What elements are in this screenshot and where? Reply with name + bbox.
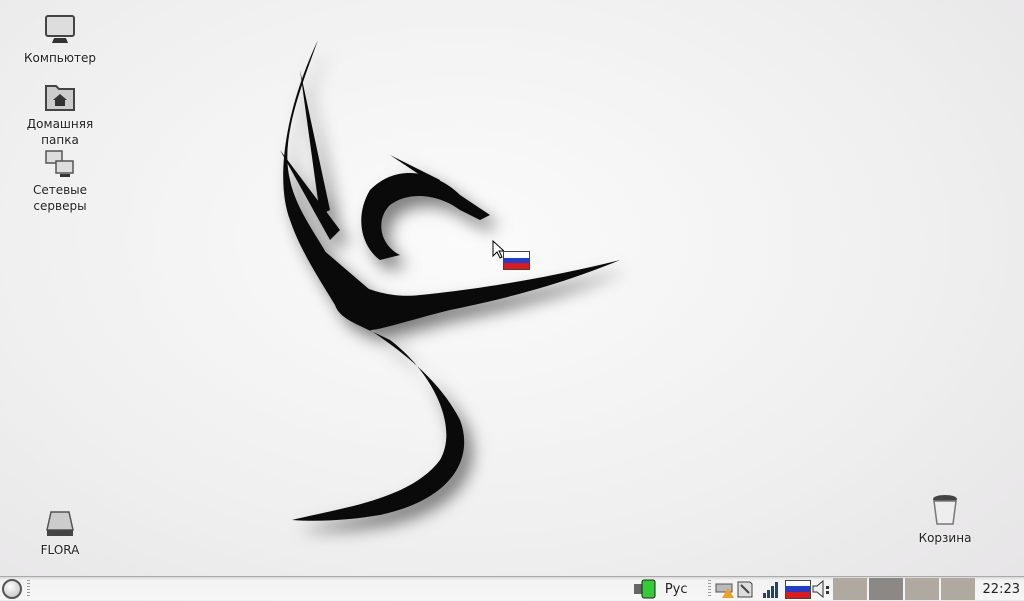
desktop-icon-flora-drive[interactable]: FLORA: [10, 510, 110, 558]
network-signal-icon[interactable]: [761, 579, 783, 599]
workspace-1[interactable]: [832, 578, 867, 600]
desktop-icon-network[interactable]: Сетевые серверы: [10, 150, 110, 214]
workspace-2[interactable]: [868, 578, 903, 600]
dragon-wallpaper: [280, 40, 620, 521]
desktop-icon-trash[interactable]: Корзина: [895, 494, 995, 546]
icon-label: Корзина: [918, 531, 972, 545]
drive-warning-icon[interactable]: [715, 579, 735, 599]
removable-media-icon[interactable]: [735, 579, 755, 599]
workspace-3[interactable]: [904, 578, 939, 600]
trash-icon: [933, 495, 957, 525]
main-menu-button[interactable]: [2, 578, 22, 599]
desktop-icon-home-folder[interactable]: Домашняя папка: [10, 82, 110, 148]
icon-label: Компьютер: [24, 51, 96, 65]
icon-label: FLORA: [40, 543, 80, 557]
taskbar: Рус 22:23: [0, 576, 1024, 600]
desktop-icon-computer[interactable]: Компьютер: [10, 14, 110, 66]
tray-grip: [707, 580, 711, 598]
clock[interactable]: 22:23: [983, 582, 1020, 597]
keyboard-layout-flag-icon: [503, 251, 530, 270]
keyboard-layout-label[interactable]: Рус: [665, 582, 688, 597]
workspace-4[interactable]: [940, 578, 975, 600]
home-folder-icon: [45, 85, 75, 111]
battery-icon[interactable]: [633, 579, 657, 599]
drive-icon: [46, 511, 74, 536]
taskbar-grip[interactable]: [27, 579, 30, 598]
icon-label: Сетевые серверы: [32, 183, 88, 213]
computer-icon: [45, 15, 75, 43]
icon-label: Домашняя папка: [26, 117, 94, 147]
keyboard-flag-icon[interactable]: [784, 579, 811, 599]
system-tray: Рус 22:23: [633, 577, 1024, 601]
volume-icon[interactable]: [811, 579, 831, 599]
network-icon: [45, 150, 74, 177]
